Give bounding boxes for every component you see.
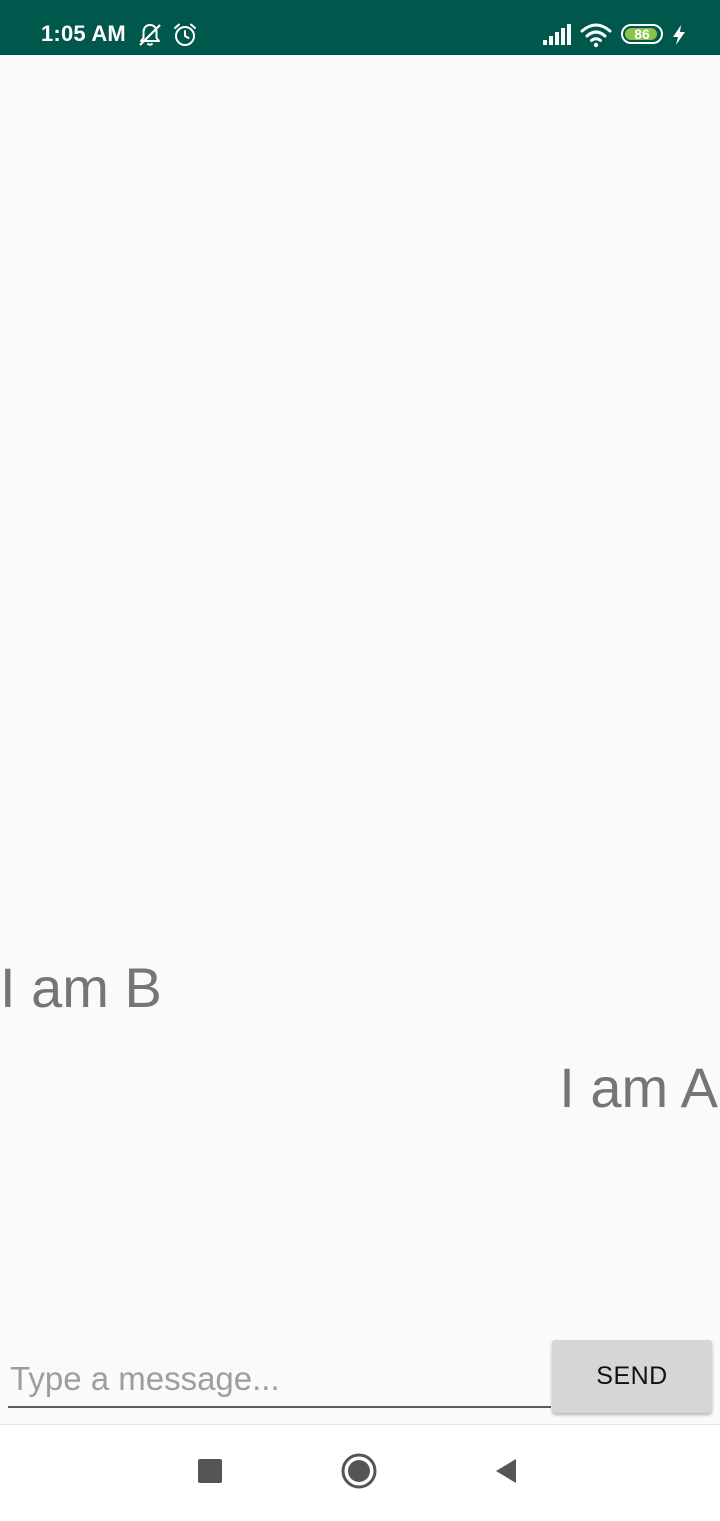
battery-level: 86	[634, 26, 650, 42]
signal-icon	[542, 24, 572, 51]
wifi-icon	[580, 22, 612, 53]
message-sent: I am A	[559, 1056, 718, 1119]
status-bar: 1:05 AM 86	[0, 0, 720, 55]
alarm-icon	[172, 22, 198, 53]
navigation-bar	[0, 1424, 720, 1521]
home-button[interactable]	[311, 1425, 407, 1521]
status-time: 1:05 AM	[41, 21, 126, 46]
send-button[interactable]: SEND	[552, 1340, 712, 1413]
charging-icon	[671, 24, 687, 51]
recents-icon	[197, 1458, 223, 1489]
battery-icon: 86	[621, 24, 663, 44]
home-icon	[339, 1451, 379, 1496]
message-input[interactable]	[8, 1352, 551, 1408]
message-received: I am B	[0, 956, 162, 1019]
bell-off-icon	[137, 22, 163, 53]
back-icon	[492, 1457, 520, 1490]
back-button[interactable]	[458, 1425, 554, 1521]
recents-button[interactable]	[162, 1425, 258, 1521]
